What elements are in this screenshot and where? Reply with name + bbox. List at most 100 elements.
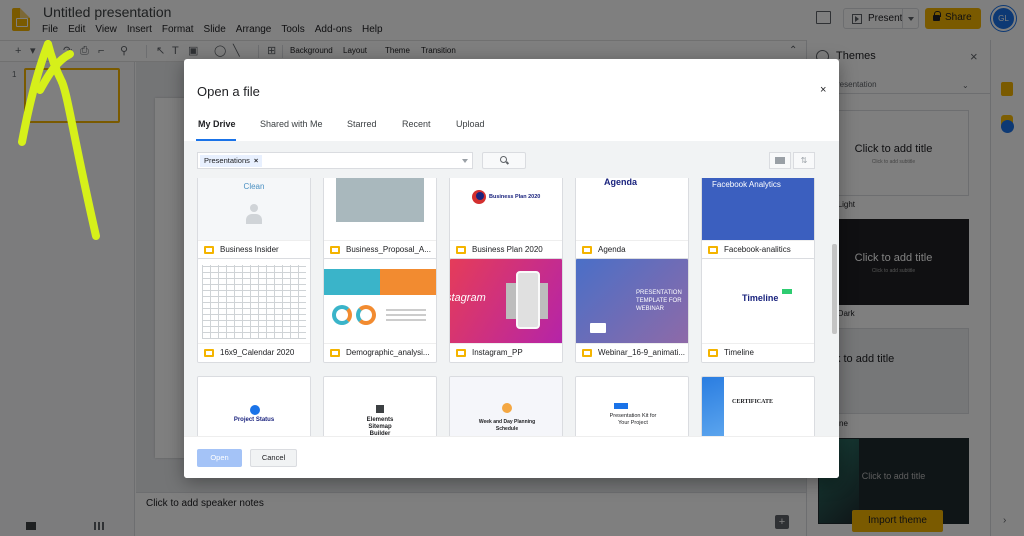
- file-thumbnail: Presentation Kit for Your Project: [576, 377, 688, 436]
- file-card[interactable]: Business Plan 2020 Business Plan 2020: [449, 178, 563, 260]
- logo-icon: [614, 403, 628, 409]
- slides-file-icon: [330, 349, 340, 357]
- slides-file-icon: [204, 349, 214, 357]
- file-footer: Demographic_analysi...: [324, 343, 436, 362]
- tab-recent[interactable]: Recent: [402, 119, 431, 129]
- dialog-title: Open a file: [197, 84, 260, 99]
- search-input[interactable]: Presentations ×: [197, 152, 473, 169]
- slides-file-icon: [582, 349, 592, 357]
- tab-my-drive[interactable]: My Drive: [198, 119, 236, 129]
- file-card[interactable]: Elements Sitemap Builder: [323, 376, 437, 436]
- file-name: Agenda: [598, 245, 626, 254]
- file-thumbnail: [198, 259, 310, 343]
- search-icon: [500, 156, 507, 163]
- file-thumbnail: Business Plan 2020: [450, 178, 562, 240]
- file-footer: Instagram_PP: [450, 343, 562, 362]
- logo-icon: [502, 403, 512, 413]
- phone-mockup-icon: [516, 271, 540, 329]
- file-footer: Webinar_16-9_animati...: [576, 343, 688, 362]
- thumbnail-text: Project Status: [233, 417, 275, 423]
- file-card[interactable]: CERTIFICATE: [701, 376, 815, 436]
- file-name: Webinar_16-9_animati...: [598, 348, 686, 357]
- file-thumbnail: [324, 178, 436, 240]
- file-card[interactable]: Clean Business Insider: [197, 178, 311, 260]
- dialog-tabs: My Drive Shared with Me Starred Recent U…: [184, 111, 839, 141]
- donut-chart-icon: [356, 305, 376, 325]
- donut-chart-icon: [332, 305, 352, 325]
- thumbnail-graphic: [386, 309, 426, 311]
- thumbnail-graphic: [246, 214, 262, 224]
- sort-button[interactable]: ⇅: [793, 152, 815, 169]
- file-thumbnail: [324, 259, 436, 343]
- open-button[interactable]: Open: [197, 449, 242, 467]
- thumbnail-text: Presentation Kit for Your Project: [609, 413, 657, 426]
- thumbnail-text: Facebook Analytics: [712, 180, 781, 189]
- file-footer: Agenda: [576, 240, 688, 259]
- file-name: Demographic_analysi...: [346, 348, 430, 357]
- dialog-footer: Open Cancel: [184, 436, 839, 478]
- file-card[interactable]: 16x9_Calendar 2020: [197, 258, 311, 363]
- logo-icon: [376, 405, 384, 413]
- file-name: Instagram_PP: [472, 348, 523, 357]
- slides-file-icon: [582, 246, 592, 254]
- cancel-button[interactable]: Cancel: [250, 449, 297, 467]
- file-card[interactable]: Agenda Agenda: [575, 178, 689, 260]
- close-icon[interactable]: ×: [820, 84, 826, 96]
- file-card[interactable]: Project Status: [197, 376, 311, 436]
- file-card[interactable]: Business_Proposal_A...: [323, 178, 437, 260]
- file-card[interactable]: Week and Day Planning Schedule: [449, 376, 563, 436]
- file-footer: Facebook-analitics: [702, 240, 814, 259]
- file-name: Facebook-analitics: [724, 245, 791, 254]
- thumbnail-text: Timeline: [742, 293, 779, 303]
- thumbnail-text: Agenda: [604, 178, 638, 187]
- file-thumbnail: Clean: [198, 178, 310, 240]
- thumbnail-text: Business Plan 2020: [489, 194, 541, 200]
- file-card[interactable]: Facebook Analytics Facebook-analitics: [701, 178, 815, 260]
- logo-icon: [250, 405, 260, 415]
- file-grid: Clean Business Insider Business_Proposal…: [184, 178, 839, 436]
- list-view-button[interactable]: [769, 152, 791, 169]
- slides-file-icon: [330, 246, 340, 254]
- file-name: Timeline: [724, 348, 754, 357]
- thumbnail-text: CERTIFICATE: [732, 399, 774, 405]
- slides-file-icon: [708, 246, 718, 254]
- remove-chip-icon[interactable]: ×: [254, 156, 258, 165]
- thumbnail-text: Week and Day Planning Schedule: [478, 419, 536, 432]
- scrollbar[interactable]: [832, 244, 837, 334]
- thumbnail-text: Clean: [243, 182, 265, 191]
- thumbnail-graphic: [324, 269, 380, 295]
- file-footer: Business_Proposal_A...: [324, 240, 436, 259]
- chevron-down-icon[interactable]: [462, 159, 468, 163]
- tab-starred[interactable]: Starred: [347, 119, 377, 129]
- file-name: Business_Proposal_A...: [346, 245, 431, 254]
- file-footer: Business Plan 2020: [450, 240, 562, 259]
- search-button[interactable]: [482, 152, 526, 169]
- file-name: Business Plan 2020: [472, 245, 543, 254]
- thumbnail-graphic: [702, 377, 724, 436]
- calendar-grid: [202, 265, 306, 339]
- thumbnail-graphic: [380, 269, 436, 295]
- slides-file-icon: [708, 349, 718, 357]
- filter-chip-label: Presentations: [204, 156, 250, 165]
- tab-shared-with-me[interactable]: Shared with Me: [260, 119, 323, 129]
- filter-chip[interactable]: Presentations ×: [200, 155, 263, 167]
- file-thumbnail: Project Status: [198, 377, 310, 436]
- open-file-dialog: Open a file × My Drive Shared with Me St…: [184, 59, 839, 478]
- file-footer: 16x9_Calendar 2020: [198, 343, 310, 362]
- file-footer: Timeline: [702, 343, 814, 362]
- file-card[interactable]: PRESENTATION TEMPLATE FOR WEBINAR Webina…: [575, 258, 689, 363]
- thumbnail-graphic: [336, 178, 424, 222]
- slides-file-icon: [456, 349, 466, 357]
- play-icon: [590, 323, 606, 333]
- file-card[interactable]: Presentation Kit for Your Project: [575, 376, 689, 436]
- thumbnail-logo: [476, 192, 484, 200]
- file-card[interactable]: Timeline Timeline: [701, 258, 815, 363]
- thumbnail-text: Elements Sitemap Builder: [366, 417, 394, 436]
- file-thumbnail: PRESENTATION TEMPLATE FOR WEBINAR: [576, 259, 688, 343]
- file-thumbnail: stagram: [450, 259, 562, 343]
- file-thumbnail: CERTIFICATE: [702, 377, 814, 436]
- file-card[interactable]: Demographic_analysi...: [323, 258, 437, 363]
- file-card[interactable]: stagram Instagram_PP: [449, 258, 563, 363]
- tab-upload[interactable]: Upload: [456, 119, 485, 129]
- file-name: Business Insider: [220, 245, 279, 254]
